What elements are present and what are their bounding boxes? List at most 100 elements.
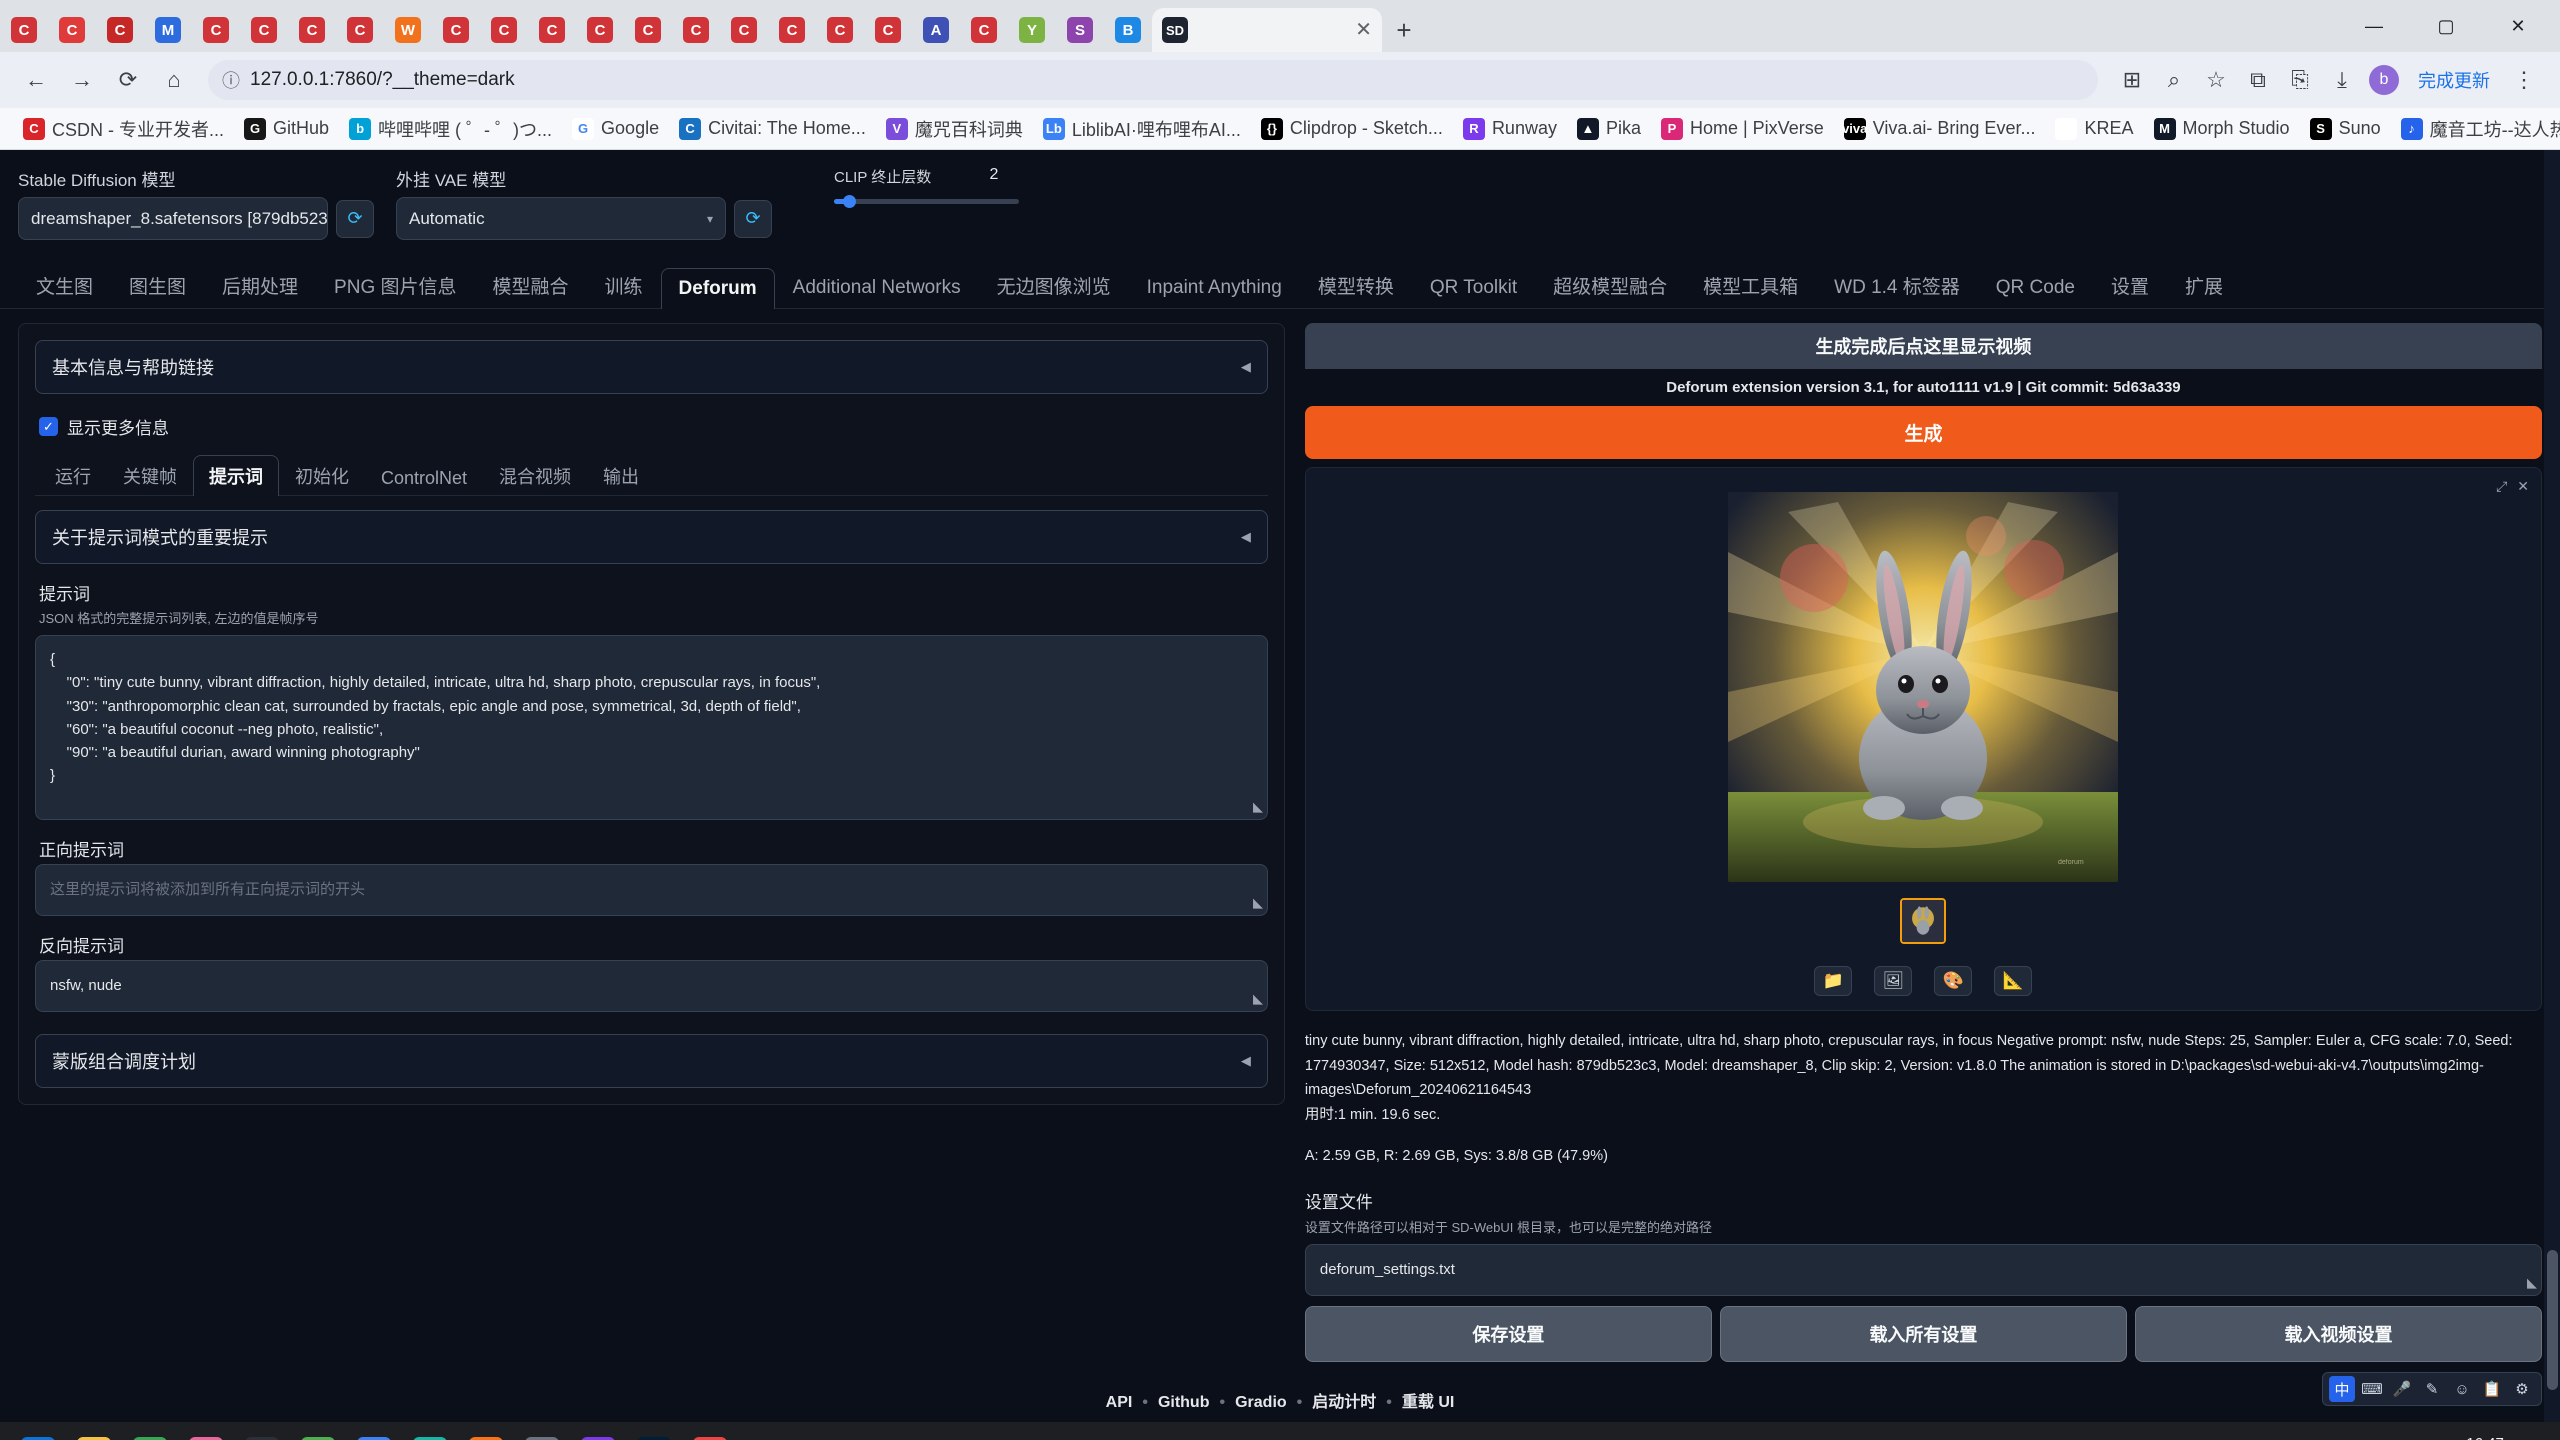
tab-设置[interactable]: 设置 (2093, 262, 2167, 308)
photoshop[interactable]: Ps (626, 1426, 682, 1440)
bookmark-star-icon[interactable]: ☆ (2196, 60, 2236, 100)
tab-模型转换[interactable]: 模型转换 (1300, 262, 1412, 308)
browser-tab-6[interactable]: C (288, 8, 336, 52)
subtab-ControlNet[interactable]: ControlNet (365, 460, 483, 496)
bookmark-item[interactable]: Lb LiblibAI·哩布哩布AI... (1034, 112, 1250, 146)
browser-tab-19[interactable]: A (912, 8, 960, 52)
browser-tab-8[interactable]: W (384, 8, 432, 52)
close-icon[interactable]: ✕ (2517, 478, 2529, 495)
app-teal[interactable]: ▦ (402, 1426, 458, 1440)
bookmark-item[interactable]: V 魔咒百科词典 (877, 112, 1032, 146)
ruler-icon[interactable]: 📐 (1994, 966, 2033, 996)
bookmark-item[interactable]: {} Clipdrop - Sketch... (1252, 114, 1452, 144)
button-保存设置[interactable]: 保存设置 (1304, 1306, 1712, 1363)
subtab-运行[interactable]: 运行 (39, 455, 107, 496)
accordion-prompt-note[interactable]: 关于提示词模式的重要提示 ◀ (35, 510, 1268, 564)
footer-link-Github[interactable]: Github (1158, 1394, 1210, 1411)
generated-image[interactable]: deforum (1728, 492, 2119, 882)
extensions-icon[interactable]: ⧉ (2238, 60, 2278, 100)
tab-文生图[interactable]: 文生图 (18, 262, 111, 308)
app-blue[interactable]: ▥ (346, 1426, 402, 1440)
maximize-icon[interactable]: ⤢ (2496, 478, 2507, 495)
browser-tab-15[interactable]: C (720, 8, 768, 52)
browser-tab-16[interactable]: C (768, 8, 816, 52)
positive-prompt-textarea[interactable]: 这里的提示词将被添加到所有正向提示词的开头 ◢ (35, 864, 1268, 916)
maximize-button[interactable]: ▢ (2410, 0, 2482, 52)
tab-PNG 图片信息[interactable]: PNG 图片信息 (316, 262, 474, 308)
app-pink[interactable]: ◆ (178, 1426, 234, 1440)
tab-close-icon[interactable]: ✕ (1355, 20, 1372, 40)
reload-icon[interactable]: ⟳ (108, 60, 148, 100)
browser-tab-3[interactable]: M (144, 8, 192, 52)
refresh-vae-button[interactable]: ⟳ (734, 199, 772, 238)
browser-tab-active[interactable]: SD ✕ (1152, 8, 1382, 52)
tab-Deforum[interactable]: Deforum (660, 268, 775, 309)
bookmark-item[interactable]: b 哔哩哔哩 ( ゜- ゜)つ... (340, 112, 561, 146)
accordion-mask-schedule[interactable]: 蒙版组合调度计划 ◀ (35, 1034, 1268, 1088)
bookmark-item[interactable]: KREA (2046, 114, 2142, 144)
translate-icon[interactable]: ⊞ (2112, 60, 2152, 100)
slider-knob[interactable] (843, 195, 856, 208)
resize-handle-icon[interactable]: ◢ (1253, 989, 1263, 1009)
tab-超级模型融合[interactable]: 超级模型融合 (1535, 262, 1685, 308)
emoji-icon[interactable]: ☺ (2449, 1376, 2475, 1402)
app-orange[interactable]: ▧ (458, 1426, 514, 1440)
bookmark-item[interactable]: G GitHub (235, 114, 338, 144)
tab-训练[interactable]: 训练 (587, 262, 661, 308)
subtab-关键帧[interactable]: 关键帧 (107, 455, 193, 496)
palette-icon[interactable]: 🎨 (1934, 966, 1973, 996)
browser-tab-4[interactable]: C (192, 8, 240, 52)
new-tab-button[interactable]: + (1382, 8, 1426, 52)
bookmark-item[interactable]: C CSDN - 专业开发者... (14, 112, 233, 146)
bookmark-item[interactable]: ♪ 魔音工坊--达人热... (2392, 112, 2560, 146)
tab-QR Code[interactable]: QR Code (1978, 267, 2093, 308)
refresh-sd-model-button[interactable]: ⟳ (336, 199, 374, 238)
clip-skip-slider[interactable] (834, 195, 1019, 208)
bookmark-item[interactable]: ▲ Pika (1568, 114, 1650, 144)
file-explorer[interactable]: 📁 (66, 1426, 122, 1440)
site-info-icon[interactable]: ⓘ (222, 67, 240, 93)
prompts-json-textarea[interactable]: { "0": "tiny cute bunny, vibrant diffrac… (35, 635, 1268, 820)
browser-tab-18[interactable]: C (864, 8, 912, 52)
subtab-初始化[interactable]: 初始化 (279, 455, 365, 496)
tab-图生图[interactable]: 图生图 (111, 262, 204, 308)
browser-tab-11[interactable]: C (528, 8, 576, 52)
pencil-icon[interactable]: ✎ (2419, 1376, 2445, 1402)
show-more-info-checkbox[interactable]: ✓ 显示更多信息 (39, 414, 1268, 439)
chrome[interactable]: ◉ (122, 1426, 178, 1440)
bookmark-item[interactable]: C Civitai: The Home... (670, 114, 875, 144)
sd-model-select[interactable]: dreamshaper_8.safetensors [879db523c3] ▾ (18, 197, 328, 240)
browser-tab-5[interactable]: C (240, 8, 288, 52)
scrollbar-thumb[interactable] (2547, 1250, 2558, 1390)
taskbar-clock[interactable]: 16:47 2024/6/21 (2437, 1434, 2504, 1440)
folder-icon[interactable]: 📁 (1814, 966, 1853, 996)
button-载入所有设置[interactable]: 载入所有设置 (1719, 1306, 2127, 1363)
footer-link-Gradio[interactable]: Gradio (1235, 1394, 1287, 1411)
browser-tab-0[interactable]: C (0, 8, 48, 52)
generate-button[interactable]: 生成 (1304, 406, 2542, 459)
tab-扩展[interactable]: 扩展 (2167, 262, 2241, 308)
browser-tab-12[interactable]: C (576, 8, 624, 52)
app-green[interactable]: ▤ (290, 1426, 346, 1440)
subtab-输出[interactable]: 输出 (587, 455, 655, 496)
tab-模型融合[interactable]: 模型融合 (475, 262, 587, 308)
subtab-混合视频[interactable]: 混合视频 (483, 455, 587, 496)
browser-tab-14[interactable]: C (672, 8, 720, 52)
browser-tab-1[interactable]: C (48, 8, 96, 52)
negative-prompt-textarea[interactable]: nsfw, nude ◢ (35, 960, 1268, 1012)
minimize-button[interactable]: — (2338, 0, 2410, 52)
browser-tab-17[interactable]: C (816, 8, 864, 52)
vae-model-select[interactable]: Automatic ▾ (396, 197, 726, 240)
tab-WD 1.4 标签器[interactable]: WD 1.4 标签器 (1816, 262, 1978, 308)
clip-skip-value[interactable]: 2 (969, 166, 1019, 184)
bookmark-item[interactable]: P Home | PixVerse (1652, 114, 1833, 144)
settings-gear-icon[interactable]: ⚙ (2509, 1376, 2535, 1402)
browser-tab-9[interactable]: C (432, 8, 480, 52)
profile-avatar[interactable]: b (2364, 60, 2404, 100)
settings-file-input[interactable]: deforum_settings.txt ◢ (1304, 1244, 2542, 1297)
bookmark-item[interactable]: viva Viva.ai- Bring Ever... (1835, 114, 2045, 144)
tab-Inpaint Anything[interactable]: Inpaint Anything (1129, 267, 1300, 308)
keyboard-icon[interactable]: ⌨ (2359, 1376, 2385, 1402)
resize-handle-icon[interactable]: ◢ (2527, 1273, 2537, 1293)
forward-icon[interactable]: → (62, 60, 102, 100)
